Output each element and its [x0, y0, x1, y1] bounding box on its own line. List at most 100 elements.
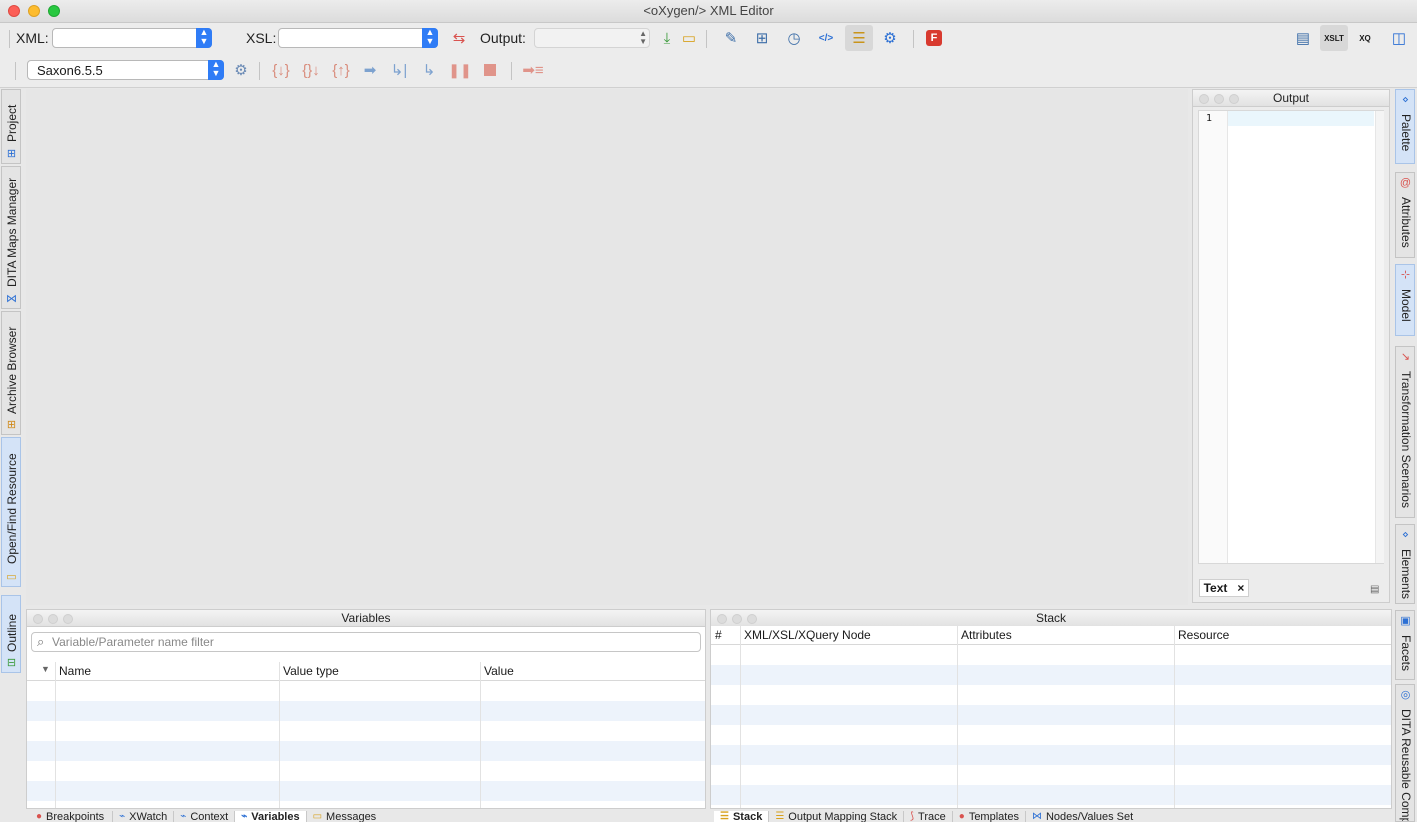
- xml-combo[interactable]: ▲ ▼: [52, 28, 212, 48]
- side-tab-dita-reusable[interactable]: ◎ DITA Reusable Comp: [1395, 684, 1415, 822]
- output-tab-text[interactable]: Text ×: [1199, 579, 1249, 597]
- bottom-tab-variables[interactable]: ⌁ Variables: [235, 811, 307, 822]
- current-line-highlight: [1228, 111, 1374, 126]
- step-out-icon[interactable]: {↑}: [330, 59, 352, 81]
- side-tab-label: Archive Browser: [5, 326, 19, 414]
- swap-icon[interactable]: ⇆: [448, 27, 470, 49]
- variables-icon: ⌁: [241, 811, 248, 822]
- side-tab-model[interactable]: ⊹ Model: [1395, 264, 1415, 336]
- bottom-tab-label: Stack: [732, 811, 763, 822]
- panel-window-controls[interactable]: [33, 614, 73, 624]
- bottom-tab-label: Variables: [251, 811, 300, 822]
- xquery-icon[interactable]: XQ: [1354, 27, 1376, 49]
- stack-icon: ☰: [720, 811, 729, 822]
- stop-icon[interactable]: [479, 59, 501, 81]
- xpath-settings-icon[interactable]: ✎: [720, 27, 742, 49]
- variable-filter-input[interactable]: ⌕ Variable/Parameter name filter: [31, 632, 701, 652]
- database-icon[interactable]: ☰: [845, 25, 873, 51]
- panel-window-controls[interactable]: [1199, 94, 1239, 104]
- side-tab-elements[interactable]: ⋄ Elements: [1395, 524, 1415, 604]
- side-tab-dita-maps-manager[interactable]: ⋈ DITA Maps Manager: [1, 166, 21, 309]
- engine-settings-icon[interactable]: ⚙: [230, 59, 252, 81]
- side-tab-palette[interactable]: ⋄ Palette: [1395, 89, 1415, 164]
- bottom-tab-templates[interactable]: ● Templates: [953, 811, 1026, 822]
- side-tab-archive-browser[interactable]: ⊞ Archive Browser: [1, 311, 21, 435]
- bottom-tab-messages[interactable]: ▭ Messages: [307, 811, 383, 822]
- side-tab-attributes[interactable]: @ Attributes: [1395, 172, 1415, 258]
- window-icon[interactable]: ◫: [1388, 27, 1410, 49]
- column-divider: [55, 662, 56, 808]
- side-tab-label: DITA Maps Manager: [5, 177, 19, 287]
- side-tab-transformation-scenarios[interactable]: ↘ Transformation Scenarios: [1395, 346, 1415, 518]
- column-header-value[interactable]: Value: [484, 664, 514, 678]
- pause-icon[interactable]: ❚❚: [448, 59, 471, 81]
- column-header-value-type[interactable]: Value type: [283, 664, 339, 678]
- xslt-icon[interactable]: XSLT: [1320, 25, 1348, 51]
- panel-menu-icon[interactable]: ▤: [1370, 584, 1379, 595]
- open-folder-icon[interactable]: ▭: [678, 27, 700, 49]
- xsl-combo[interactable]: ▲ ▼: [278, 28, 438, 48]
- run-to-cursor-icon[interactable]: ↳: [418, 59, 440, 81]
- step-over-icon[interactable]: {}↓: [300, 59, 322, 81]
- side-tab-open-find-resource[interactable]: ▭ Open/Find Resource: [1, 437, 21, 587]
- column-divider: [480, 662, 481, 808]
- bottom-tab-stack[interactable]: ☰ Stack: [714, 811, 770, 822]
- output-panel-header: Output: [1193, 90, 1389, 107]
- bottom-tab-label: Breakpoints: [46, 811, 105, 822]
- f-app-icon[interactable]: F: [923, 27, 945, 49]
- run-to-end-icon[interactable]: ↳|: [388, 59, 410, 81]
- run-icon[interactable]: ➡: [359, 59, 381, 81]
- sort-arrow-icon[interactable]: ▼: [41, 664, 50, 674]
- variables-table-header: ▼ Name Value type Value: [27, 662, 705, 681]
- column-header-resource[interactable]: Resource: [1178, 628, 1229, 642]
- dita-reusable-icon: ◎: [1400, 689, 1411, 701]
- bottom-tab-xwatch[interactable]: ⌁ XWatch: [113, 811, 175, 822]
- messages-icon: ▭: [312, 811, 323, 822]
- column-header-node[interactable]: XML/XSL/XQuery Node: [744, 628, 871, 642]
- engine-combo[interactable]: Saxon6.5.5 ▲ ▼: [27, 60, 224, 80]
- layout-icon[interactable]: ▤: [1292, 27, 1314, 49]
- side-tab-label: Open/Find Resource: [5, 453, 19, 564]
- output-panel-title: Output: [1272, 91, 1310, 105]
- table-row: [27, 701, 705, 721]
- bottom-tab-breakpoints[interactable]: ● Breakpoints: [26, 811, 114, 822]
- show-output-icon[interactable]: ➡≡: [520, 59, 546, 81]
- timer-play-icon[interactable]: ◷: [783, 27, 805, 49]
- side-tab-outline[interactable]: ⊟ Outline: [1, 595, 21, 673]
- side-tab-label: Palette: [1399, 114, 1413, 152]
- table-row: [27, 761, 705, 781]
- bottom-tab-context[interactable]: ⌁ Context: [174, 811, 236, 822]
- download-icon[interactable]: ⤓: [656, 27, 678, 49]
- panel-window-controls[interactable]: [717, 614, 757, 624]
- nodes-icon: ⋈: [1031, 811, 1042, 822]
- table-row: [711, 705, 1391, 725]
- table-row: [711, 725, 1391, 745]
- column-divider: [1174, 626, 1175, 808]
- close-icon[interactable]: ×: [1237, 581, 1244, 595]
- gear-icon[interactable]: ⚙: [879, 27, 901, 49]
- step-into-icon[interactable]: {↓}: [270, 59, 292, 81]
- side-tab-project[interactable]: ⊞ Project: [1, 89, 21, 164]
- bottom-tab-nodes-values-set[interactable]: ⋈ Nodes/Values Set: [1026, 811, 1139, 822]
- output-combo[interactable]: ▲ ▼: [534, 28, 650, 48]
- variables-panel: Variables ⌕ Variable/Parameter name filt…: [26, 609, 706, 809]
- table-row: [711, 765, 1391, 785]
- column-header-attributes[interactable]: Attributes: [961, 628, 1012, 642]
- toolbar-separator: [511, 62, 512, 80]
- configure-icon[interactable]: ⊞: [751, 27, 773, 49]
- column-header-name[interactable]: Name: [59, 664, 91, 678]
- combo-arrows-icon: ▲ ▼: [196, 28, 212, 48]
- column-header-index[interactable]: #: [715, 628, 722, 642]
- side-tab-facets[interactable]: ▣ Facets: [1395, 610, 1415, 680]
- bottom-tab-trace[interactable]: ⟆ Trace: [904, 811, 953, 822]
- html-output-icon[interactable]: </>: [815, 27, 837, 49]
- table-row: [27, 681, 705, 701]
- output-text-area[interactable]: 1: [1198, 110, 1384, 564]
- output-label: Output:: [480, 30, 526, 46]
- vertical-scrollbar[interactable]: [1375, 111, 1384, 563]
- facets-icon: ▣: [1400, 615, 1411, 627]
- scenarios-icon: ↘: [1400, 351, 1411, 363]
- bottom-tab-output-mapping-stack[interactable]: ☰ Output Mapping Stack: [769, 811, 905, 822]
- title-bar: <oXygen/> XML Editor: [0, 0, 1417, 23]
- templates-icon: ●: [958, 811, 965, 822]
